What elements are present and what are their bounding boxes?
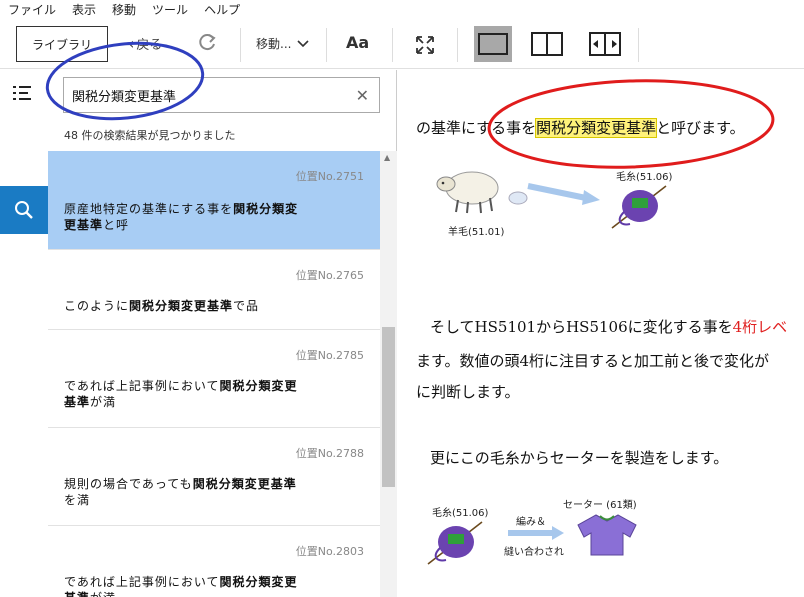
search-icon <box>15 201 33 219</box>
result-location: 位置No.2765 <box>295 269 364 282</box>
two-page-view-icon[interactable] <box>531 32 563 56</box>
scrollbar-thumb[interactable] <box>382 327 395 487</box>
sheep-illustration <box>436 171 499 214</box>
result-snippet: であれば上記事例において関税分類変更 基準が満 <box>64 575 298 597</box>
search-result-item[interactable]: 位置No.2803 であれば上記事例において関税分類変更 基準が満 <box>48 526 380 597</box>
clear-search-icon[interactable]: ✕ <box>356 86 369 105</box>
reader-line: の基準にする事を関税分類変更基準と呼びます。 <box>416 118 745 138</box>
search-input[interactable] <box>72 78 342 112</box>
search-highlight: 関税分類変更基準 <box>535 118 658 138</box>
arrow-graphic <box>508 526 564 540</box>
yarn-illustration <box>427 521 483 565</box>
toolbar-separator <box>638 28 639 62</box>
search-tab-button[interactable] <box>0 186 48 234</box>
table-of-contents-icon[interactable] <box>12 84 34 102</box>
search-result-item[interactable]: 位置No.2785 であれば上記事例において関税分類変更 基準が満 <box>48 330 380 428</box>
reading-pane: の基準にする事を関税分類変更基準と呼びます。 羊毛(51.01) 毛糸(51.0… <box>398 70 804 597</box>
toolbar: ライブラリ ‹ 戻る 移動... Aa <box>0 20 804 69</box>
search-result-item[interactable]: 位置No.2765 このように関税分類変更基準で品 <box>48 250 380 330</box>
figure-caption: セーター (61類) <box>563 500 637 511</box>
toolbar-separator <box>326 28 327 62</box>
reader-line: 更にこの毛糸からセーターを製造をします。 <box>430 449 729 467</box>
search-panel: ✕ 48 件の検索結果が見つかりました 位置No.2751 原産地特定の基準にす… <box>48 70 397 597</box>
sweater-illustration <box>577 514 637 556</box>
goto-dropdown[interactable]: 移動... <box>256 35 310 52</box>
reader-line: に判断します。 <box>416 383 520 401</box>
menu-bar: ファイル 表示 移動 ツール ヘルプ <box>0 0 804 20</box>
library-button[interactable]: ライブラリ <box>16 26 108 62</box>
back-label: 戻る <box>136 38 163 53</box>
result-location: 位置No.2751 <box>295 170 364 183</box>
refresh-icon[interactable] <box>196 32 218 54</box>
result-count: 48 件の検索結果が見つかりました <box>64 129 236 142</box>
reader-line: そしてHS5101からHS5106に変化する事を4桁レベ <box>430 318 788 336</box>
toolbar-separator <box>240 28 241 62</box>
search-box: ✕ <box>63 77 380 113</box>
result-location: 位置No.2803 <box>295 545 364 558</box>
arrow-graphic <box>508 183 600 205</box>
scroll-view-icon[interactable] <box>589 32 621 56</box>
single-page-view-button[interactable] <box>474 26 512 62</box>
scroll-up-icon[interactable]: ▲ <box>384 153 390 162</box>
search-result-item[interactable]: 位置No.2788 規則の場合であっても関税分類変更基準 を満 <box>48 428 380 526</box>
result-location: 位置No.2788 <box>295 447 364 460</box>
search-result-item[interactable]: 位置No.2751 原産地特定の基準にする事を関税分類変 更基準と呼 <box>48 151 380 250</box>
result-location: 位置No.2785 <box>295 349 364 362</box>
yarn-illustration <box>611 185 667 229</box>
side-rail <box>0 70 48 597</box>
menu-view[interactable]: 表示 <box>64 0 104 20</box>
figure-caption: 縫い合わされ <box>504 547 564 558</box>
figure-caption: 毛糸(51.06) <box>616 172 673 183</box>
menu-go[interactable]: 移動 <box>104 0 144 20</box>
figure-caption: 毛糸(51.06) <box>432 508 489 519</box>
results-scrollbar[interactable]: ▲ <box>380 151 397 597</box>
figure-caption: 羊毛(51.01) <box>448 227 505 238</box>
result-snippet: このように関税分類変更基準で品 <box>64 299 260 313</box>
toolbar-separator <box>392 28 393 62</box>
menu-file[interactable]: ファイル <box>0 0 64 20</box>
menu-help[interactable]: ヘルプ <box>196 0 248 20</box>
single-page-icon <box>478 33 508 55</box>
font-settings-button[interactable]: Aa <box>346 33 369 52</box>
result-snippet: であれば上記事例において関税分類変更 基準が満 <box>64 379 298 409</box>
result-snippet: 原産地特定の基準にする事を関税分類変 更基準と呼 <box>64 202 299 232</box>
fullscreen-icon[interactable] <box>414 34 436 56</box>
search-results-list: 位置No.2751 原産地特定の基準にする事を関税分類変 更基準と呼 位置No.… <box>48 151 380 597</box>
back-button[interactable]: ‹ 戻る <box>128 34 162 53</box>
reader-line: ます。数値の頭4桁に注目すると加工前と後で変化が <box>416 352 770 370</box>
result-snippet: 規則の場合であっても関税分類変更基準 を満 <box>64 477 297 507</box>
goto-label: 移動... <box>256 37 292 51</box>
chevron-down-icon <box>297 39 310 47</box>
chevron-left-icon: ‹ <box>128 34 135 53</box>
menu-tools[interactable]: ツール <box>144 0 196 20</box>
toolbar-separator <box>457 28 458 62</box>
